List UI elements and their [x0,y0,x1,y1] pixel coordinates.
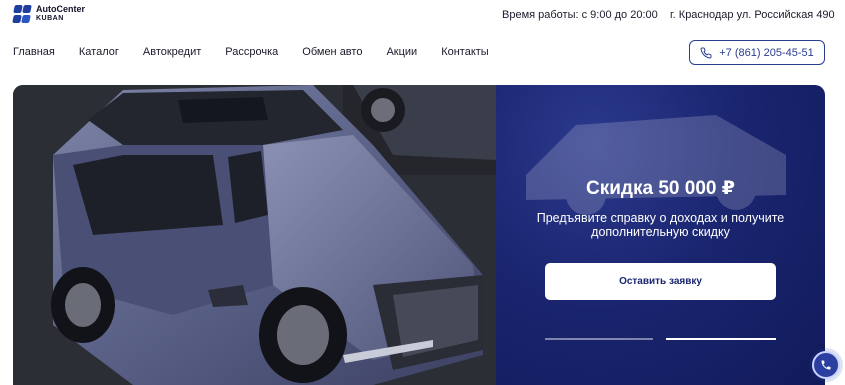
car-photo [13,85,496,385]
phone-icon [821,360,831,370]
slide-indicator-2[interactable] [666,338,776,340]
address: г. Краснодар ул. Российская 490 [670,9,835,21]
nav-item-catalog[interactable]: Каталог [79,46,119,58]
car-illustration [13,85,496,385]
nav-item-trade-in[interactable]: Обмен авто [302,46,362,58]
nav-item-promotions[interactable]: Акции [386,46,417,58]
working-hours: Время работы: с 9:00 до 20:00 [502,9,658,21]
logo-line-2: KUBAN [36,15,64,22]
floating-call-button[interactable] [812,351,840,379]
nav-item-home[interactable]: Главная [13,46,55,58]
nav-item-installment[interactable]: Рассрочка [225,46,278,58]
promo-panel: Скидка 50 000 ₽ Предъявите справку о дох… [496,85,825,385]
slide-indicator-1[interactable] [545,338,653,340]
promo-title: Скидка 50 000 ₽ [586,178,735,199]
promo-description: Предъявите справку о доходах и получите … [536,211,785,239]
phone-button[interactable]: +7 (861) 205-45-51 [689,40,825,65]
logo-line-1: AutoCenter [36,4,85,14]
logo[interactable]: AutoCenter KUBAN [12,4,85,23]
submit-request-button[interactable]: Оставить заявку [545,263,776,300]
top-bar: AutoCenter KUBAN Время работы: с 9:00 до… [0,0,845,30]
nav-item-contacts[interactable]: Контакты [441,46,489,58]
main-nav: Главная Каталог Автокредит Рассрочка Обм… [13,46,489,58]
autocenter-logo-icon [12,5,32,23]
phone-icon [700,46,712,58]
hero-banner: Скидка 50 000 ₽ Предъявите справку о дох… [13,85,825,385]
phone-number: +7 (861) 205-45-51 [719,46,814,59]
nav-item-autocredit[interactable]: Автокредит [143,46,201,58]
